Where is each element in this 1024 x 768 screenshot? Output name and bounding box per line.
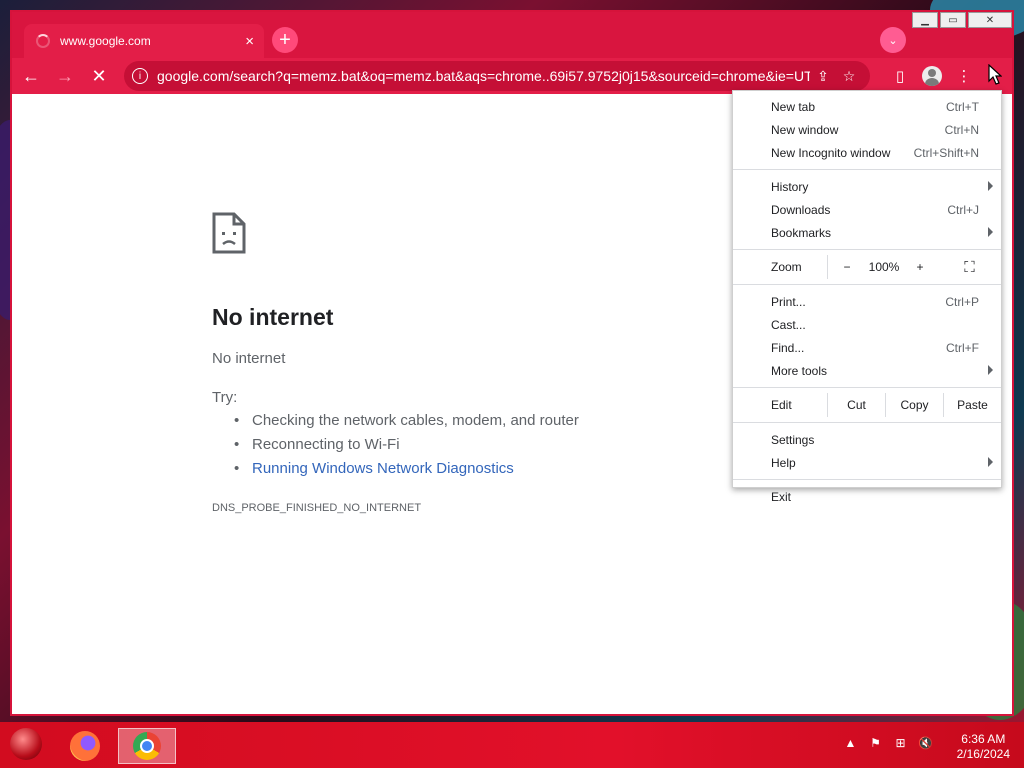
forward-button[interactable]: → [50, 61, 80, 91]
window-controls: ▁ ▭ ✕ [910, 12, 1012, 30]
menu-separator [733, 284, 1001, 285]
tab-search-button[interactable]: ⌄ [880, 27, 906, 53]
chrome-menu-button[interactable]: ⋮ [948, 61, 980, 91]
show-hidden-icons-icon[interactable]: ▲ [838, 736, 863, 750]
zoom-in-button[interactable]: + [902, 255, 938, 279]
taskbar-chrome[interactable] [118, 728, 176, 764]
submenu-arrow-icon [988, 365, 993, 375]
menu-settings[interactable]: Settings [733, 428, 1001, 451]
chrome-icon [133, 732, 161, 760]
site-info-icon[interactable]: i [132, 68, 148, 84]
submenu-arrow-icon [988, 181, 993, 191]
minimize-button[interactable]: ▁ [912, 12, 938, 28]
try-label: Try: [212, 389, 238, 406]
menu-more-tools[interactable]: More tools [733, 359, 1001, 382]
menu-separator [733, 169, 1001, 170]
action-center-flag-icon[interactable]: ⚑ [863, 736, 888, 750]
menu-help[interactable]: Help [733, 451, 1001, 474]
network-icon[interactable]: ⊞ [888, 736, 913, 750]
taskbar-firefox[interactable] [56, 728, 114, 764]
menu-zoom-row: Zoom − 100% + ⛶ [733, 255, 1001, 279]
profile-button[interactable] [916, 61, 948, 91]
edit-label: Edit [771, 398, 792, 412]
menu-separator [733, 249, 1001, 250]
system-tray: ▲ ⚑ ⊞ 🔇 [838, 736, 938, 750]
start-button[interactable] [10, 728, 42, 760]
menu-bookmarks[interactable]: Bookmarks [733, 221, 1001, 244]
zoom-out-button[interactable]: − [828, 255, 866, 279]
new-tab-button[interactable]: + [272, 27, 298, 53]
stop-button[interactable]: ✕ [84, 61, 114, 91]
menu-print[interactable]: Print... Ctrl+P [733, 290, 1001, 313]
suggestion-list: Checking the network cables, modem, and … [234, 412, 579, 484]
chrome-menu: New tab Ctrl+T New window Ctrl+N New Incog… [732, 90, 1002, 504]
menu-new-tab[interactable]: New tab Ctrl+T [733, 95, 1001, 118]
share-icon[interactable]: ⇪ [810, 68, 836, 85]
tab-google[interactable]: www.google.com × [24, 24, 264, 58]
side-panel-icon[interactable]: ▯ [884, 61, 916, 91]
error-title: No internet [212, 304, 334, 330]
zoom-label: Zoom [771, 260, 802, 274]
maximize-button[interactable]: ▭ [940, 12, 966, 28]
submenu-arrow-icon [988, 457, 993, 467]
cut-button[interactable]: Cut [827, 393, 885, 417]
bookmark-star-icon[interactable]: ☆ [836, 68, 862, 85]
close-window-button[interactable]: ✕ [968, 12, 1012, 28]
toolbar: ← → ✕ i google.com/search?q=memz.bat&oq=… [12, 58, 1012, 94]
menu-downloads[interactable]: Downloads Ctrl+J [733, 198, 1001, 221]
paste-button[interactable]: Paste [943, 393, 1001, 417]
clock[interactable]: 6:36 AM 2/16/2024 [957, 732, 1010, 762]
error-subtitle: No internet [212, 350, 286, 367]
list-item: Checking the network cables, modem, and … [234, 412, 579, 436]
volume-muted-icon[interactable]: 🔇 [913, 736, 938, 750]
loading-spinner-icon [36, 34, 50, 48]
menu-exit[interactable]: Exit [733, 485, 1001, 508]
menu-cast[interactable]: Cast... [733, 313, 1001, 336]
sad-document-icon [212, 212, 246, 254]
list-item: Reconnecting to Wi-Fi [234, 436, 579, 460]
menu-edit-row: Edit Cut Copy Paste [733, 393, 1001, 417]
back-button[interactable]: ← [16, 61, 46, 91]
url-text[interactable]: google.com/search?q=memz.bat&oq=memz.bat… [157, 68, 810, 84]
menu-find[interactable]: Find... Ctrl+F [733, 336, 1001, 359]
menu-separator [733, 387, 1001, 388]
taskbar: ▲ ⚑ ⊞ 🔇 6:36 AM 2/16/2024 [0, 722, 1024, 768]
avatar-icon [922, 66, 942, 86]
menu-separator [733, 479, 1001, 480]
tab-title: www.google.com [60, 34, 151, 48]
clock-date: 2/16/2024 [956, 747, 1010, 761]
network-diagnostics-link[interactable]: Running Windows Network Diagnostics [234, 460, 579, 484]
mouse-cursor-icon [988, 64, 1002, 85]
error-code: DNS_PROBE_FINISHED_NO_INTERNET [212, 502, 422, 514]
firefox-icon [70, 731, 100, 761]
menu-new-incognito[interactable]: New Incognito window Ctrl+Shift+N [733, 141, 1001, 164]
submenu-arrow-icon [988, 227, 993, 237]
menu-history[interactable]: History [733, 175, 1001, 198]
zoom-value: 100% [868, 260, 900, 274]
tab-close-icon[interactable]: × [245, 34, 254, 49]
copy-button[interactable]: Copy [885, 393, 943, 417]
menu-separator [733, 422, 1001, 423]
tab-strip: www.google.com × + ⌄ ▁ ▭ ✕ [12, 12, 1012, 58]
clock-time: 6:36 AM [961, 732, 1006, 746]
address-bar[interactable]: i google.com/search?q=memz.bat&oq=memz.b… [124, 61, 870, 91]
menu-new-window[interactable]: New window Ctrl+N [733, 118, 1001, 141]
fullscreen-icon[interactable]: ⛶ [938, 255, 1001, 279]
